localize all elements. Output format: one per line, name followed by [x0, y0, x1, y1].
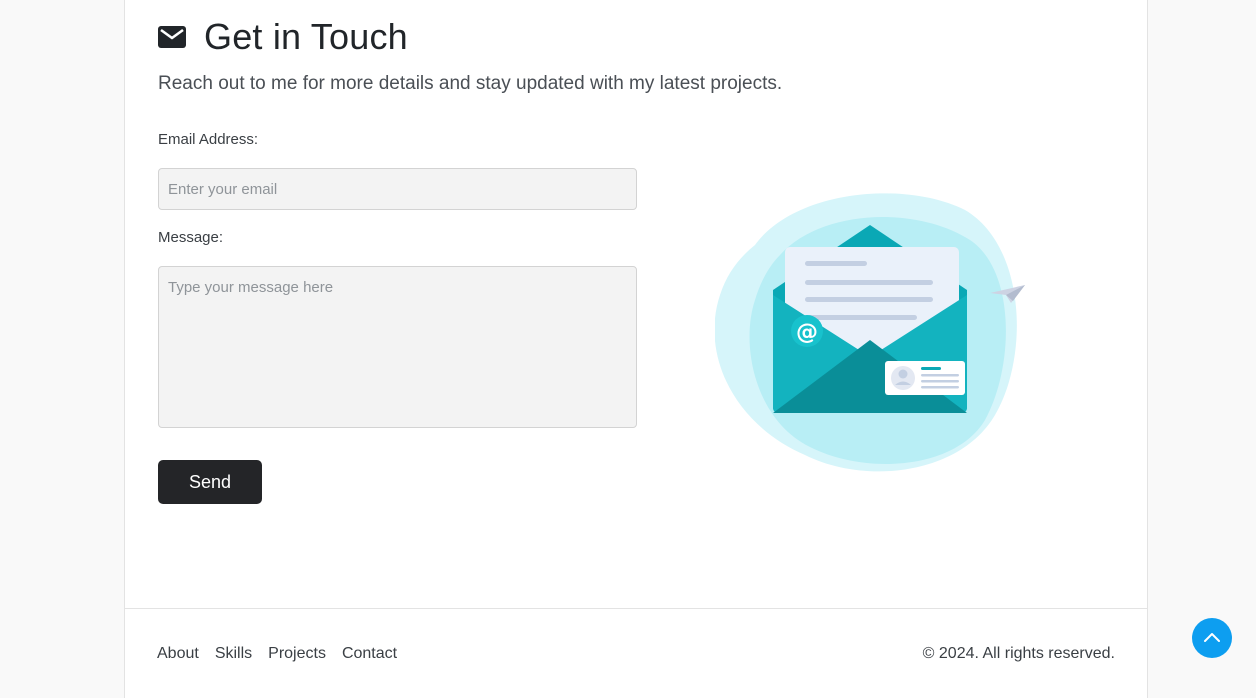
footer-link-contact[interactable]: Contact: [342, 645, 397, 663]
email-field[interactable]: [158, 168, 637, 210]
envelope-icon: [158, 26, 186, 48]
footer-link-about[interactable]: About: [157, 645, 199, 663]
contact-header: Get in Touch: [158, 16, 408, 58]
open-envelope-illustration: @: [714, 185, 1138, 485]
footer-nav: About Skills Projects Contact: [157, 645, 397, 663]
page-container: Get in Touch Reach out to me for more de…: [124, 0, 1148, 698]
email-label: Email Address:: [158, 131, 259, 148]
page-title: Get in Touch: [204, 16, 408, 57]
message-field[interactable]: [158, 266, 637, 428]
svg-text:@: @: [796, 320, 818, 345]
message-label: Message:: [158, 229, 224, 246]
scroll-to-top-button[interactable]: [1192, 618, 1232, 658]
send-button[interactable]: Send: [158, 460, 262, 504]
footer-link-projects[interactable]: Projects: [268, 645, 326, 663]
chevron-up-icon: [1203, 631, 1221, 646]
footer-link-skills[interactable]: Skills: [215, 645, 252, 663]
copyright-text: © 2024. All rights reserved.: [922, 645, 1115, 662]
page-subtitle: Reach out to me for more details and sta…: [158, 73, 783, 94]
footer: About Skills Projects Contact © 2024. Al…: [125, 608, 1147, 698]
